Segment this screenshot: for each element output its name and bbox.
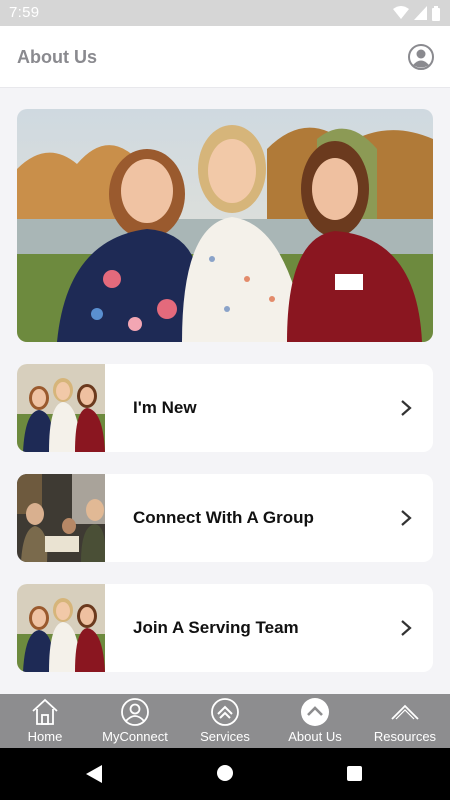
status-bar: 7:59 [0, 0, 450, 26]
system-navigation-bar [0, 748, 450, 800]
status-time: 7:59 [9, 4, 40, 21]
nav-label: About Us [288, 729, 342, 744]
card-thumbnail [17, 584, 105, 672]
chevron-right-icon [401, 510, 412, 526]
content-area[interactable]: I'm New Connect With A Group Join A Serv… [0, 88, 450, 694]
nav-about-us[interactable]: About Us [270, 694, 360, 748]
card-thumbnail [17, 474, 105, 562]
hero-image [17, 109, 433, 342]
app-screen: 7:59 About Us I'm New Connect With A Gro… [0, 0, 450, 800]
nav-label: MyConnect [102, 729, 168, 744]
home-icon [32, 698, 58, 725]
nav-myconnect[interactable]: MyConnect [90, 694, 180, 748]
chevron-up-icon [391, 704, 419, 720]
app-header: About Us [0, 26, 450, 88]
recent-apps-icon[interactable] [347, 766, 362, 781]
person-icon [121, 698, 149, 726]
signal-icon [414, 6, 427, 20]
status-icons [393, 5, 440, 21]
chevron-circle-filled-icon [301, 698, 329, 726]
nav-label: Resources [373, 729, 437, 744]
page-title: About Us [17, 47, 97, 67]
chevron-right-icon [401, 400, 412, 416]
nav-label: Home [27, 729, 63, 744]
bottom-navigation: Home MyConnect Services About Us Resourc… [0, 694, 450, 748]
nav-resources[interactable]: Resources [360, 694, 450, 748]
battery-icon [432, 5, 440, 21]
card-label: I'm New [133, 398, 197, 417]
card-thumbnail [17, 364, 105, 452]
card-join-a-serving-team[interactable]: Join A Serving Team [17, 584, 433, 672]
card-connect-with-a-group[interactable]: Connect With A Group [17, 474, 433, 562]
wifi-icon [393, 6, 409, 19]
card-label: Join A Serving Team [133, 618, 299, 637]
card-im-new[interactable]: I'm New [17, 364, 433, 452]
chevron-circle-icon [211, 698, 239, 726]
profile-icon[interactable] [408, 44, 434, 70]
nav-home[interactable]: Home [0, 694, 90, 748]
chevron-right-icon [401, 620, 412, 636]
back-icon[interactable] [86, 765, 102, 783]
nav-label: Services [200, 729, 250, 744]
home-button-icon[interactable] [217, 765, 233, 781]
card-label: Connect With A Group [133, 508, 314, 527]
nav-services[interactable]: Services [180, 694, 270, 748]
